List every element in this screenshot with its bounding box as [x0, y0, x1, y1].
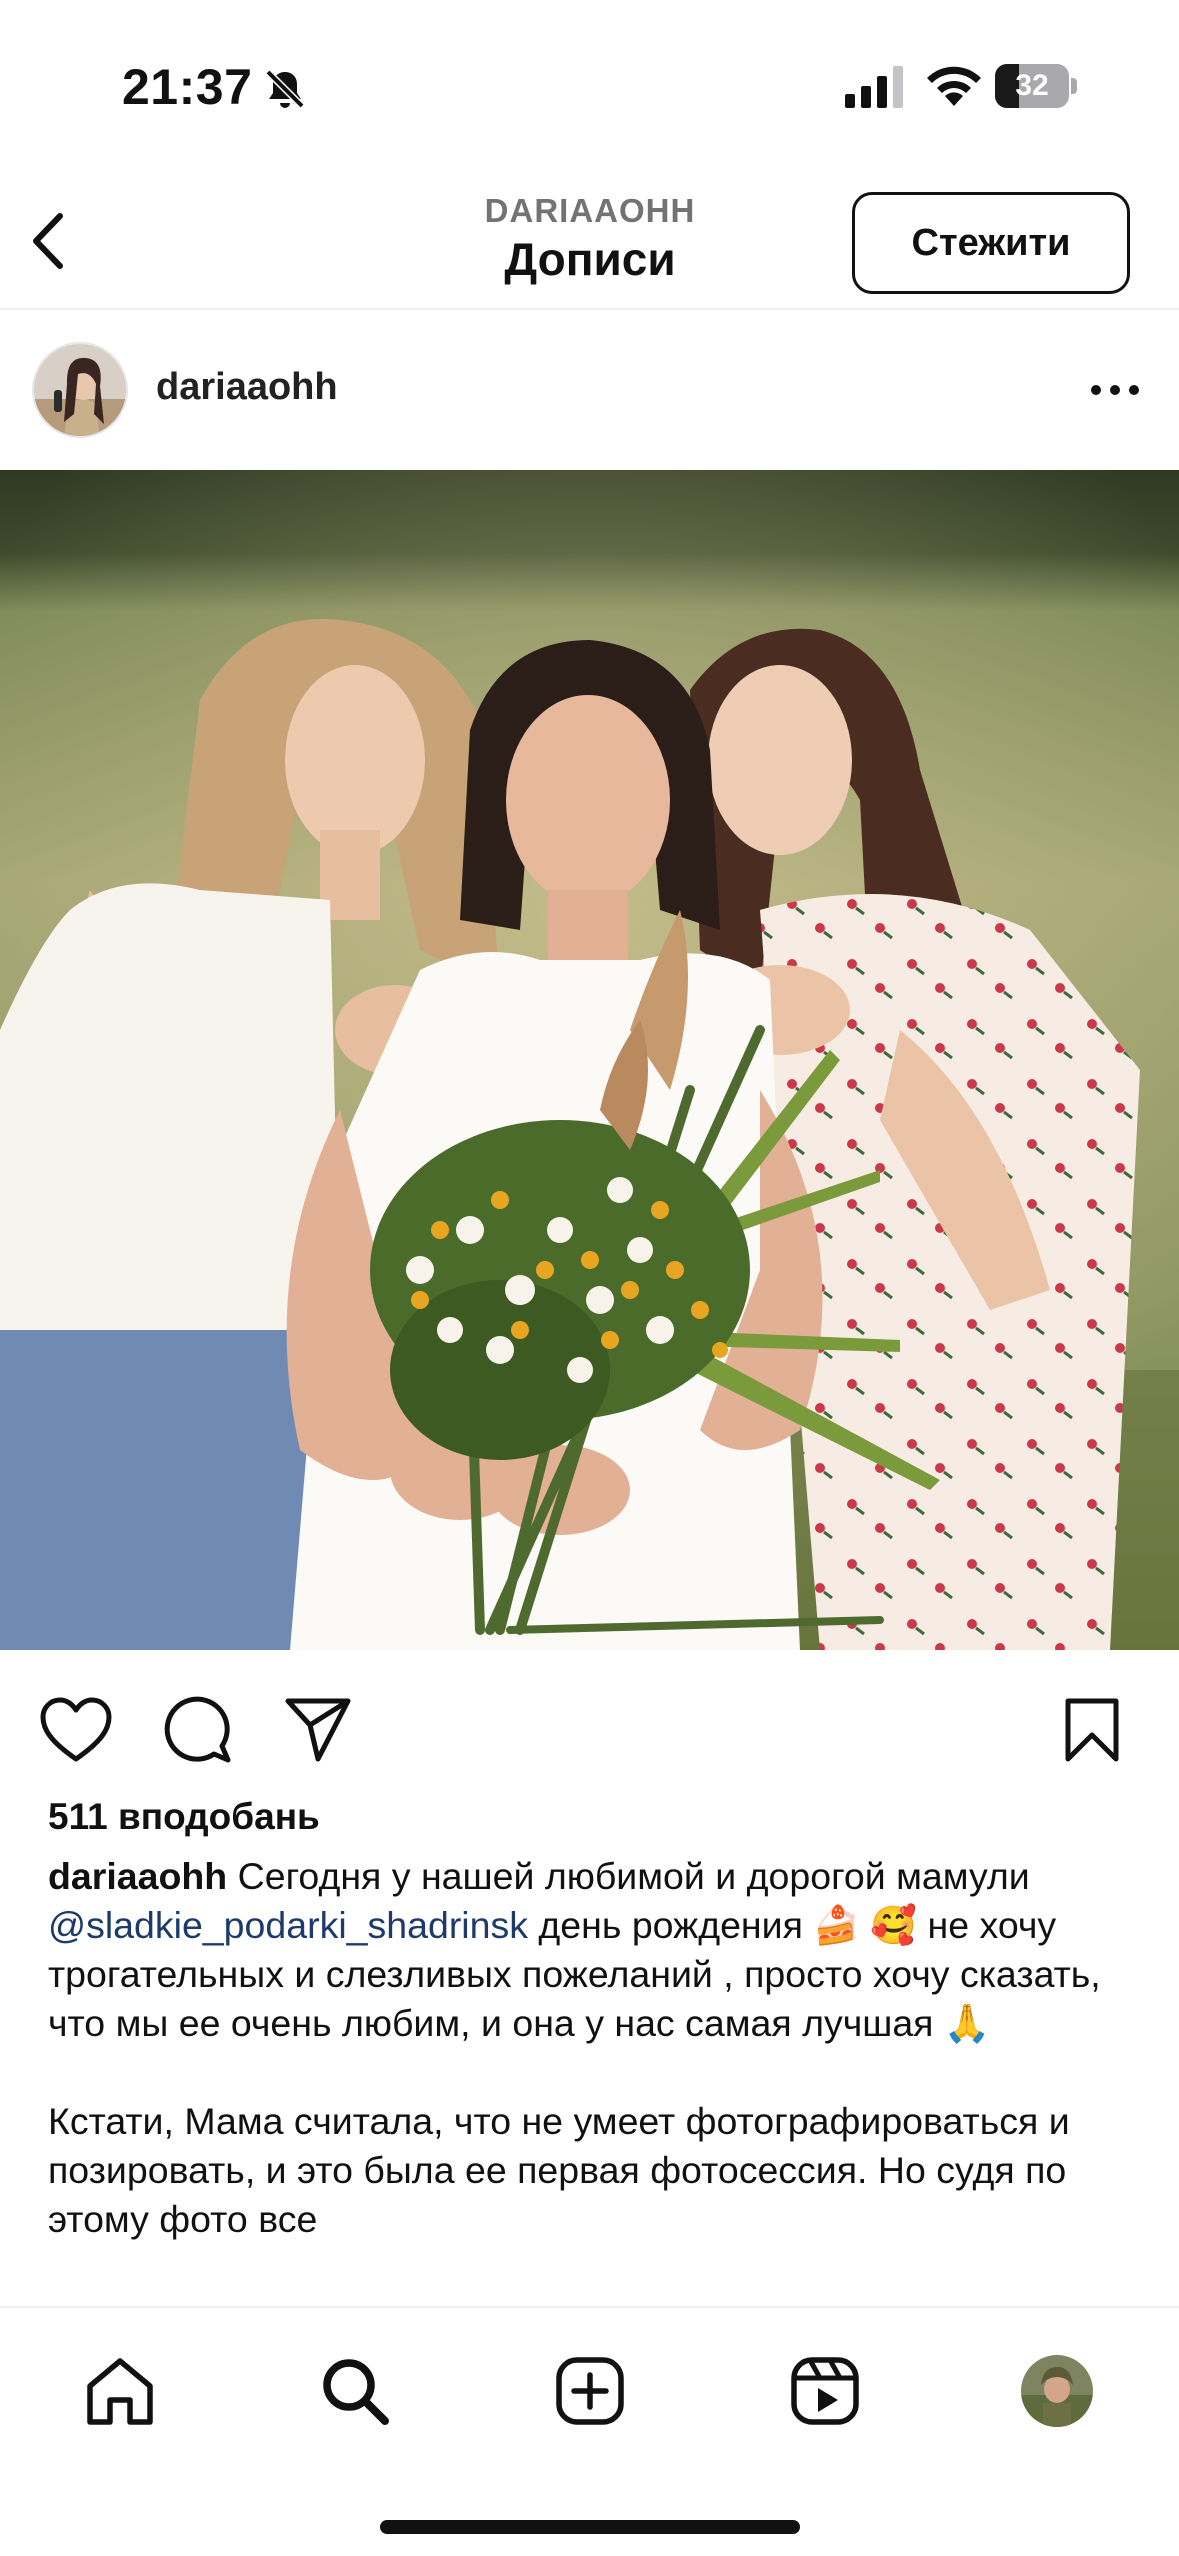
comment-icon: [164, 1696, 231, 1763]
save-button[interactable]: [1052, 1690, 1132, 1770]
status-time: 21:37: [122, 59, 253, 115]
bell-off-icon: [265, 69, 305, 109]
bottom-nav: [0, 2306, 1179, 2556]
caption-paragraph-2: Кстати, Мама считала, что не умеет фотог…: [48, 2100, 1070, 2240]
caption-mention[interactable]: @sladkie_podarki_shadrinsk: [48, 1904, 528, 1946]
follow-button[interactable]: Стежити: [852, 192, 1130, 294]
nav-create[interactable]: [545, 2346, 635, 2436]
profile-avatar: [1021, 2355, 1093, 2427]
caption-text-1: Сегодня у нашей любимой и дорогой мамули: [227, 1855, 1030, 1897]
more-options-button[interactable]: [1080, 362, 1150, 418]
reels-icon: [791, 2357, 859, 2425]
post-actions: [0, 1650, 1179, 1800]
nav-reels[interactable]: [780, 2346, 870, 2436]
wifi-icon: [927, 66, 981, 106]
battery-level: 32: [1015, 69, 1049, 102]
cellular-signal-icon: [845, 66, 903, 108]
heart-icon: [40, 1697, 112, 1762]
battery-icon: 32: [995, 64, 1077, 108]
like-button[interactable]: [36, 1690, 116, 1770]
nav-profile[interactable]: [1012, 2346, 1102, 2436]
post-username[interactable]: dariaaohh: [156, 366, 338, 409]
post-header: dariaaohh: [0, 312, 1179, 470]
nav-search[interactable]: [310, 2346, 400, 2436]
page-title: Дописи: [504, 233, 676, 285]
more-horizontal-icon: [1091, 385, 1139, 395]
header-username: DARIAAOHH: [484, 192, 696, 229]
likes-count[interactable]: 511 вподобань: [48, 1796, 320, 1838]
post-photo[interactable]: [0, 470, 1179, 1650]
caption-paragraph-1: dariaaohh Сегодня у нашей любимой и доро…: [48, 1852, 1148, 2048]
bookmark-icon: [1065, 1698, 1119, 1762]
post-caption: dariaaohh Сегодня у нашей любимой и доро…: [48, 1852, 1148, 2244]
chevron-left-icon: [33, 213, 63, 269]
avatar[interactable]: [32, 342, 128, 438]
create-icon: [556, 2357, 624, 2425]
nav-home[interactable]: [75, 2346, 165, 2436]
share-icon: [285, 1698, 351, 1762]
search-icon: [323, 2359, 389, 2425]
back-button[interactable]: [18, 206, 78, 276]
top-header: DARIAAOHH Дописи Стежити: [0, 170, 1179, 310]
home-indicator: [380, 2520, 800, 2534]
status-bar: 21:37 32: [0, 0, 1179, 170]
share-button[interactable]: [278, 1690, 358, 1770]
caption-username[interactable]: dariaaohh: [48, 1855, 227, 1897]
home-icon: [87, 2358, 153, 2425]
comment-button[interactable]: [158, 1690, 238, 1770]
